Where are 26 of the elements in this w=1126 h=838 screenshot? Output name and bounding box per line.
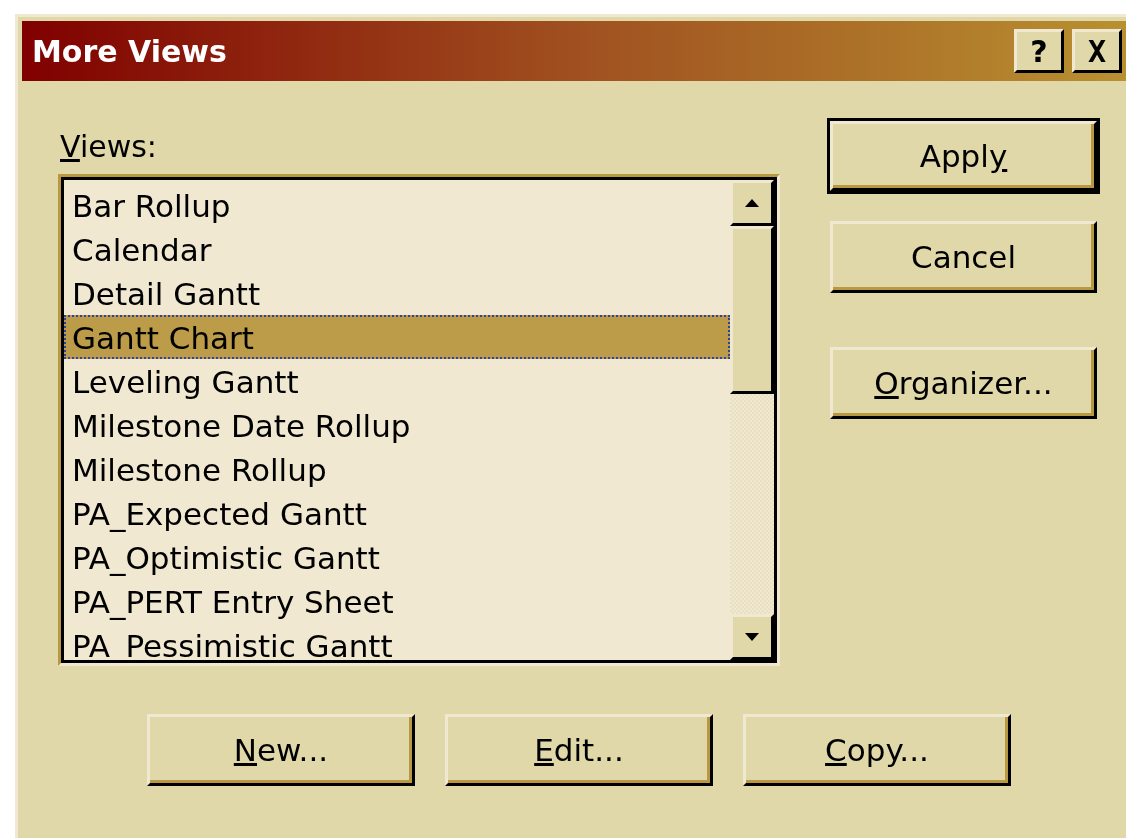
down-arrow-icon	[745, 633, 759, 641]
help-button[interactable]: ?	[1014, 29, 1064, 73]
list-item[interactable]: PA_Optimistic Gantt	[64, 535, 730, 579]
list-item[interactable]: Milestone Date Rollup	[64, 403, 730, 447]
list-item[interactable]: Bar Rollup	[64, 183, 730, 227]
new-button[interactable]: New...	[147, 714, 415, 786]
views-label: Views:	[60, 129, 157, 164]
scroll-down-button[interactable]	[730, 614, 774, 660]
list-item[interactable]: Calendar	[64, 227, 730, 271]
list-item[interactable]: PA_Expected Gantt	[64, 491, 730, 535]
copy-button[interactable]: Copy...	[743, 714, 1011, 786]
window-title: More Views	[32, 33, 227, 69]
edit-button[interactable]: Edit...	[445, 714, 713, 786]
list-item[interactable]: Gantt Chart	[64, 315, 730, 359]
list-item[interactable]: Leveling Gantt	[64, 359, 730, 403]
scroll-up-button[interactable]	[730, 180, 774, 226]
up-arrow-icon	[745, 199, 759, 207]
list-item[interactable]: Milestone Rollup	[64, 447, 730, 491]
cancel-button[interactable]: Cancel	[830, 221, 1097, 293]
close-button[interactable]: X	[1072, 29, 1122, 73]
list-item[interactable]: PA_Pessimistic Gantt	[64, 623, 730, 660]
organizer-button[interactable]: Organizer...	[830, 347, 1097, 419]
list-item[interactable]: Detail Gantt	[64, 271, 730, 315]
apply-button[interactable]: Apply	[830, 121, 1097, 191]
list-item[interactable]: PA_PERT Entry Sheet	[64, 579, 730, 623]
scroll-thumb[interactable]	[730, 226, 774, 394]
